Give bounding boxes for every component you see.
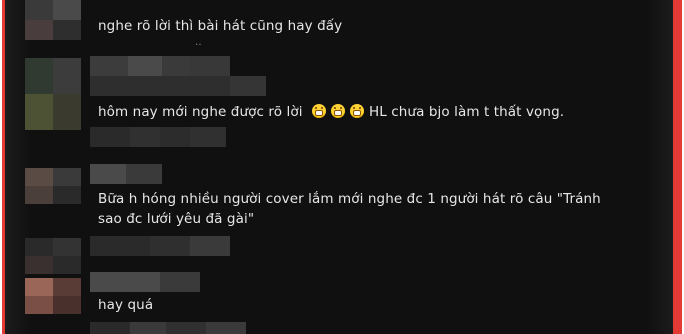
grinning-face-icon <box>311 104 326 118</box>
author-name-blurred[interactable] <box>90 236 230 256</box>
author-name-blurred-2 <box>90 76 266 96</box>
comments-panel: nghe rõ lời thì bài hát cũng hay đấy ‥ h… <box>5 0 673 334</box>
author-name-blurred-2 <box>90 272 200 292</box>
author-name-blurred[interactable] <box>90 56 230 76</box>
comment-text: nghe rõ lời thì bài hát cũng hay đấy <box>98 18 343 34</box>
grinning-face-icon <box>349 104 364 118</box>
avatar[interactable] <box>25 238 81 274</box>
avatar[interactable] <box>25 168 81 204</box>
avatar[interactable] <box>25 0 81 40</box>
reply-indicator: ‥ <box>195 37 203 48</box>
avatar[interactable] <box>25 278 81 314</box>
comment-text-start: hôm nay mới nghe được rõ lời <box>98 104 303 120</box>
comment-text-end: HL chưa bjo làm t thất vọng. <box>368 104 565 120</box>
author-name-blurred-2 <box>90 164 162 184</box>
author-name-blurred[interactable] <box>90 127 226 147</box>
comment-text-line-1: Bữa h hóng nhiều người cover lắm mới ngh… <box>98 191 601 207</box>
grinning-face-icon <box>330 104 345 118</box>
avatar[interactable] <box>25 58 81 130</box>
comment-text: hôm nay mới nghe được rõ lời HL chưa bjo… <box>98 101 564 123</box>
comment-text-line-2: sao đc lưới yêu đã gài" <box>98 211 255 227</box>
comment-text: hay quá <box>98 297 154 313</box>
next-comment-blurred <box>90 322 246 334</box>
right-edge-shade <box>647 0 673 334</box>
